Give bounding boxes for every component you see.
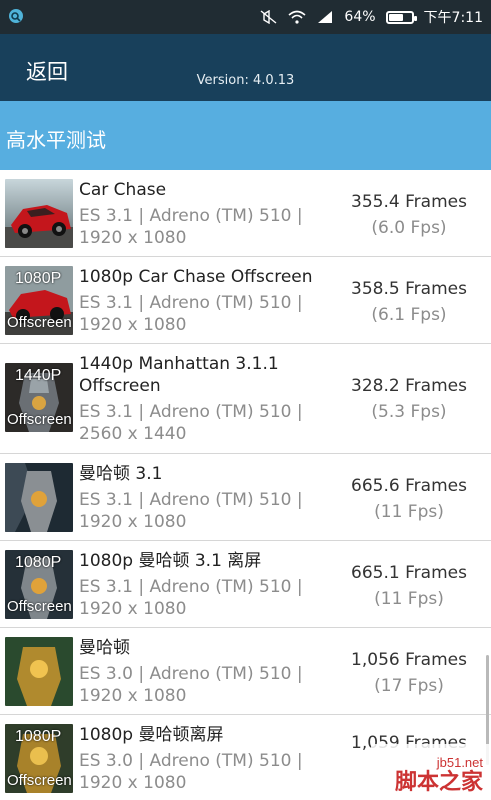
thumbnail-offscreen-label: Offscreen bbox=[7, 772, 72, 789]
test-fps: (11 Fps) bbox=[374, 502, 444, 522]
test-resolution: 1920 x 1080 bbox=[79, 599, 187, 619]
test-frames: 355.4 Frames bbox=[351, 192, 467, 212]
test-title: 1080p Car Chase Offscreen bbox=[79, 267, 313, 287]
signal-icon bbox=[316, 10, 334, 24]
test-title: 1080p 曼哈顿离屏 bbox=[79, 725, 224, 745]
status-bar: 64% 下午7:11 bbox=[0, 0, 491, 34]
list-item[interactable]: Car Chase ES 3.1 | Adreno (TM) 510 | 192… bbox=[0, 170, 491, 257]
test-frames: 358.5 Frames bbox=[351, 279, 467, 299]
test-fps: (5.3 Fps) bbox=[371, 402, 447, 422]
manhattan-offscreen-thumbnail: 1440P Offscreen bbox=[5, 363, 73, 432]
car-chase-offscreen-thumbnail: 1080P Offscreen bbox=[5, 266, 73, 335]
test-title: Car Chase bbox=[79, 180, 167, 200]
search-icon bbox=[9, 9, 23, 23]
test-api-gpu: ES 3.1 | Adreno (TM) 510 | bbox=[79, 402, 303, 422]
test-resolution: 2560 x 1440 bbox=[79, 424, 187, 444]
thumbnail-resolution-label: 1440P bbox=[15, 367, 62, 384]
test-resolution: 1920 x 1080 bbox=[79, 228, 187, 248]
list-item[interactable]: 1080P Offscreen 1080p Car Chase Offscree… bbox=[0, 257, 491, 344]
list-item[interactable]: 1080P Offscreen 1080p 曼哈顿 3.1 离屏 ES 3.1 … bbox=[0, 541, 491, 628]
test-api-gpu: ES 3.1 | Adreno (TM) 510 | bbox=[79, 577, 303, 597]
thumbnail-offscreen-label: Offscreen bbox=[7, 411, 72, 428]
test-fps: (11 Fps) bbox=[374, 589, 444, 609]
thumbnail-offscreen-label: Offscreen bbox=[7, 314, 72, 331]
test-api-gpu: ES 3.1 | Adreno (TM) 510 | bbox=[79, 490, 303, 510]
thumbnail-resolution-label: 1080P bbox=[15, 270, 62, 287]
manhattan-thumbnail bbox=[5, 637, 73, 706]
test-resolution: 1920 x 1080 bbox=[79, 686, 187, 706]
test-fps: (17 Fps) bbox=[374, 676, 444, 696]
list-item[interactable]: 1440P Offscreen 1440p Manhattan 3.1.1 Of… bbox=[0, 344, 491, 454]
wifi-icon bbox=[288, 10, 306, 24]
test-frames: 665.1 Frames bbox=[351, 563, 467, 583]
test-list[interactable]: Car Chase ES 3.1 | Adreno (TM) 510 | 192… bbox=[0, 170, 491, 800]
test-fps: (6.1 Fps) bbox=[371, 305, 447, 325]
test-frames: 1,056 Frames bbox=[351, 650, 467, 670]
thumbnail-offscreen-label: Offscreen bbox=[7, 598, 72, 615]
battery-icon bbox=[385, 10, 417, 24]
test-resolution: 1920 x 1080 bbox=[79, 315, 187, 335]
manhattan-offscreen-1080p-thumbnail: 1080P Offscreen bbox=[5, 724, 73, 793]
section-header: 高水平测试 bbox=[0, 101, 491, 170]
test-api-gpu: ES 3.0 | Adreno (TM) 510 | bbox=[79, 751, 303, 771]
app-header: 返回 Version: 4.0.13 bbox=[0, 34, 491, 101]
list-item[interactable]: 曼哈顿 ES 3.0 | Adreno (TM) 510 | 1920 x 10… bbox=[0, 628, 491, 715]
test-frames: 328.2 Frames bbox=[351, 376, 467, 396]
thumbnail-resolution-label: 1080P bbox=[15, 728, 62, 745]
watermark-name: 脚本之家 bbox=[394, 770, 483, 795]
watermark: jb51.net 脚本之家 bbox=[371, 744, 491, 800]
test-title: 1440p Manhattan 3.1.1 bbox=[79, 354, 279, 374]
test-frames: 665.6 Frames bbox=[351, 476, 467, 496]
test-title: 1080p 曼哈顿 3.1 离屏 bbox=[79, 551, 262, 571]
section-title: 高水平测试 bbox=[6, 128, 106, 152]
manhattan-31-offscreen-thumbnail: 1080P Offscreen bbox=[5, 550, 73, 619]
clock: 下午7:11 bbox=[423, 10, 483, 26]
test-title: 曼哈顿 bbox=[79, 638, 130, 658]
battery-percent: 64% bbox=[344, 9, 376, 25]
manhattan-31-thumbnail bbox=[5, 463, 73, 532]
test-title-line2: Offscreen bbox=[79, 376, 161, 396]
test-api-gpu: ES 3.0 | Adreno (TM) 510 | bbox=[79, 664, 303, 684]
thumbnail-resolution-label: 1080P bbox=[15, 554, 62, 571]
version-label: Version: 4.0.13 bbox=[196, 73, 295, 88]
test-title: 曼哈顿 3.1 bbox=[79, 464, 163, 484]
test-api-gpu: ES 3.1 | Adreno (TM) 510 | bbox=[79, 206, 303, 226]
test-resolution: 1920 x 1080 bbox=[79, 512, 187, 532]
mute-icon bbox=[260, 9, 278, 25]
car-chase-thumbnail bbox=[5, 179, 73, 248]
test-api-gpu: ES 3.1 | Adreno (TM) 510 | bbox=[79, 293, 303, 313]
test-resolution: 1920 x 1080 bbox=[79, 773, 187, 793]
list-item[interactable]: 曼哈顿 3.1 ES 3.1 | Adreno (TM) 510 | 1920 … bbox=[0, 454, 491, 541]
test-fps: (6.0 Fps) bbox=[371, 218, 447, 238]
